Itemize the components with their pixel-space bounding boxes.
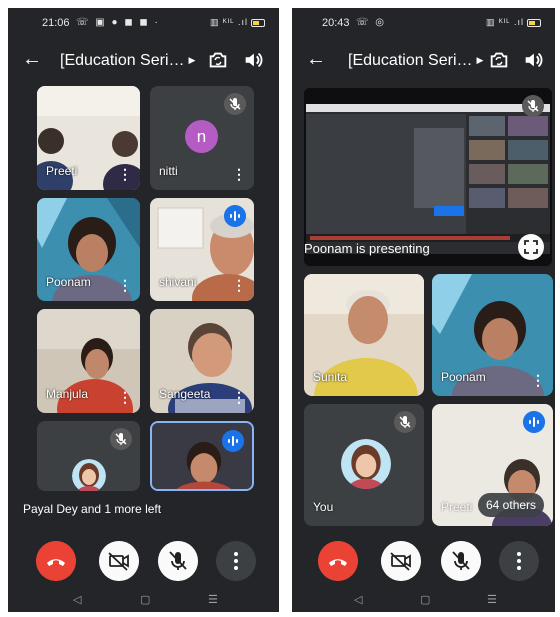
- participant-tile[interactable]: Sangeeta ⋮: [150, 309, 254, 413]
- mic-off-icon: [224, 93, 246, 115]
- participant-tile[interactable]: Poonam ⋮: [432, 274, 553, 396]
- status-notification-icons: ☏ ▣ ● ◼ ◼ ·: [76, 17, 160, 28]
- speaker-icon[interactable]: [242, 49, 264, 71]
- back-arrow-icon[interactable]: ←: [22, 48, 42, 71]
- mic-off-icon: [394, 411, 416, 433]
- more-vert-icon[interactable]: ⋮: [118, 390, 132, 404]
- participant-name: Preeti: [441, 500, 473, 514]
- presentation-tile[interactable]: [304, 88, 552, 266]
- avatar: [341, 439, 391, 489]
- participant-name: You: [313, 500, 334, 514]
- participants-left-notification: Payal Dey and 1 more left: [23, 502, 162, 516]
- status-notification-icons: ☏ ◎: [356, 17, 387, 28]
- participant-name: shivani: [159, 275, 197, 289]
- caret-right-icon: ▶: [188, 55, 196, 66]
- more-vert-icon[interactable]: ⋮: [531, 373, 545, 387]
- participant-tile[interactable]: [37, 421, 140, 491]
- participant-tile[interactable]: Preeti ⋮: [37, 86, 140, 190]
- nav-home-icon[interactable]: ▢: [420, 593, 430, 606]
- mic-off-icon: [110, 428, 132, 450]
- participant-name: Poonam: [46, 275, 91, 289]
- others-count-badge[interactable]: 64 others: [478, 493, 545, 517]
- more-vert-icon[interactable]: ⋮: [232, 278, 246, 292]
- more-vert-icon[interactable]: ⋮: [118, 278, 132, 292]
- back-arrow-icon[interactable]: ←: [306, 48, 326, 71]
- participant-name: Manjula: [46, 387, 89, 401]
- participant-tile[interactable]: n nitti ⋮: [150, 86, 254, 190]
- meeting-header: ← [Education Seri… ▶: [8, 44, 279, 78]
- nav-home-icon[interactable]: ▢: [140, 593, 150, 606]
- participant-tile[interactable]: Poonam ⋮: [37, 198, 140, 301]
- nav-back-icon[interactable]: ◁: [354, 593, 362, 606]
- android-nav-bar: ◁ ▢ ☰: [292, 588, 555, 612]
- meeting-header: ← [Education Seri… ▶: [292, 44, 555, 78]
- nav-recents-icon[interactable]: ☰: [208, 593, 218, 606]
- mic-off-icon[interactable]: [158, 541, 198, 581]
- shared-screen: [304, 88, 552, 266]
- camera-off-icon[interactable]: [381, 541, 421, 581]
- switch-camera-icon[interactable]: [488, 49, 510, 71]
- end-call-icon[interactable]: [36, 541, 76, 581]
- status-bar: 20:43 ☏ ◎ ▥ ᴷᴵᴸ .ıl: [292, 8, 555, 36]
- participant-tile[interactable]: [150, 421, 254, 491]
- speaker-icon[interactable]: [522, 49, 544, 71]
- caret-right-icon: ▶: [476, 55, 484, 66]
- audio-wave-icon: [224, 205, 246, 227]
- left-phone-screen: 21:06 ☏ ▣ ● ◼ ◼ · ▥ ᴷᴵᴸ .ıl ← [Education…: [8, 8, 279, 612]
- status-bar: 21:06 ☏ ▣ ● ◼ ◼ · ▥ ᴷᴵᴸ .ıl: [8, 8, 279, 36]
- status-time: 20:43: [322, 17, 350, 29]
- android-nav-bar: ◁ ▢ ☰: [8, 588, 279, 612]
- more-vert-icon[interactable]: [216, 541, 256, 581]
- nav-recents-icon[interactable]: ☰: [487, 593, 497, 606]
- switch-camera-icon[interactable]: [207, 49, 229, 71]
- more-vert-icon[interactable]: ⋮: [118, 167, 132, 181]
- status-signal-icons: ▥ ᴷᴵᴸ .ıl: [210, 17, 265, 28]
- presenting-label: Poonam is presenting: [304, 241, 430, 256]
- battery-icon: [251, 18, 265, 27]
- participant-name: Preeti: [46, 164, 78, 178]
- battery-icon: [527, 18, 541, 27]
- fullscreen-icon[interactable]: [518, 234, 544, 260]
- more-vert-icon[interactable]: ⋮: [232, 390, 246, 404]
- avatar: n: [185, 120, 218, 153]
- audio-wave-icon: [523, 411, 545, 433]
- right-phone-screen: 20:43 ☏ ◎ ▥ ᴷᴵᴸ .ıl ← [Education Seri…▶: [292, 8, 555, 612]
- participant-name: nitti: [159, 164, 178, 178]
- participant-tile[interactable]: Sunita: [304, 274, 424, 396]
- more-vert-icon[interactable]: ⋮: [232, 167, 246, 181]
- participant-tile[interactable]: Manjula ⋮: [37, 309, 140, 413]
- avatar: [72, 459, 106, 491]
- participant-tile[interactable]: shivani ⋮: [150, 198, 254, 301]
- more-vert-icon[interactable]: [499, 541, 539, 581]
- participant-tile[interactable]: Preeti 64 others: [432, 404, 553, 526]
- mic-off-icon: [522, 95, 544, 117]
- meeting-title[interactable]: [Education Seri… ▶: [348, 52, 483, 70]
- nav-back-icon[interactable]: ◁: [73, 593, 81, 606]
- camera-off-icon[interactable]: [99, 541, 139, 581]
- participant-tile[interactable]: You: [304, 404, 424, 526]
- participant-name: Poonam: [441, 370, 486, 384]
- participant-name: Sangeeta: [159, 387, 211, 401]
- meeting-title[interactable]: [Education Seri… ▶: [60, 52, 195, 70]
- status-signal-icons: ▥ ᴷᴵᴸ .ıl: [486, 17, 541, 28]
- audio-wave-icon: [222, 430, 244, 452]
- mic-off-icon[interactable]: [441, 541, 481, 581]
- status-time: 21:06: [42, 17, 70, 29]
- participant-name: Sunita: [313, 370, 348, 384]
- end-call-icon[interactable]: [318, 541, 358, 581]
